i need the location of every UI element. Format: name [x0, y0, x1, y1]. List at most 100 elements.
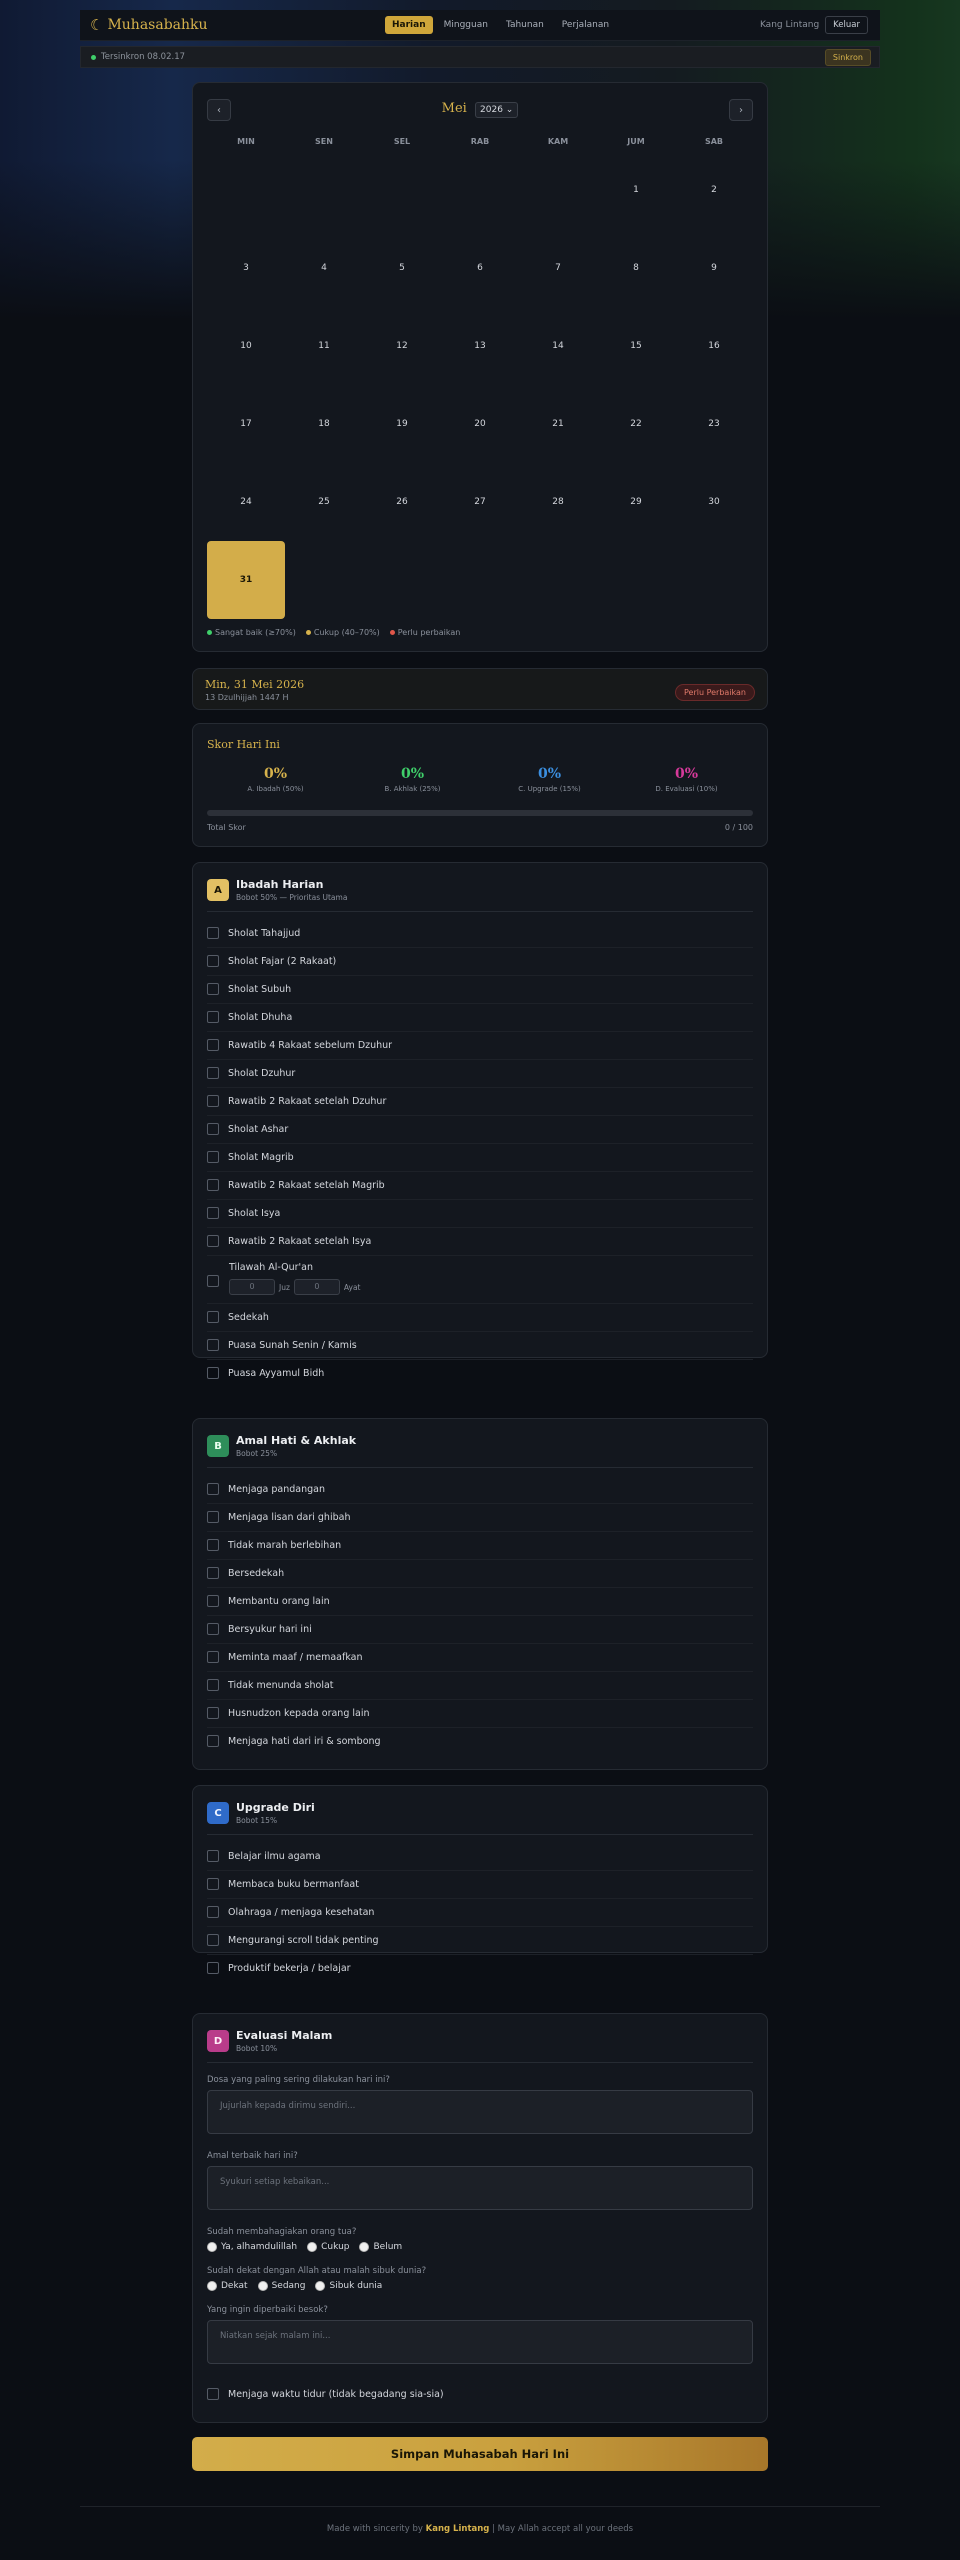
calendar-day[interactable]: 25 — [285, 463, 363, 541]
calendar-day[interactable]: 22 — [597, 385, 675, 463]
checkbox[interactable] — [207, 1207, 219, 1219]
checkbox[interactable] — [207, 1011, 219, 1023]
radio-button[interactable] — [207, 2242, 217, 2252]
checkbox[interactable] — [207, 1151, 219, 1163]
footer-author[interactable]: Kang Lintang — [426, 2524, 490, 2534]
radio-option[interactable]: Dekat — [207, 2281, 248, 2291]
checkbox[interactable] — [207, 1878, 219, 1890]
radio-button[interactable] — [315, 2281, 326, 2291]
calendar-day[interactable]: 28 — [519, 463, 597, 541]
checklist-item[interactable]: Menjaga waktu tidur (tidak begadang sia-… — [207, 2380, 753, 2408]
checkbox[interactable] — [207, 1934, 219, 1946]
checklist-item[interactable]: Bersyukur hari ini — [207, 1615, 753, 1644]
checklist-item[interactable]: Sholat Fajar (2 Rakaat) — [207, 947, 753, 976]
calendar-day[interactable]: 4 — [285, 229, 363, 307]
checkbox[interactable] — [207, 1651, 219, 1663]
radio-option[interactable]: Cukup — [307, 2242, 349, 2252]
ayat-input[interactable]: 0 — [293, 1279, 340, 1295]
checklist-item[interactable]: Bersedekah — [207, 1559, 753, 1588]
checkbox[interactable] — [207, 1039, 219, 1051]
calendar-day[interactable]: 15 — [597, 307, 675, 385]
calendar-day[interactable]: 17 — [207, 385, 285, 463]
checklist-item[interactable]: Rawatib 2 Rakaat setelah Magrib — [207, 1171, 753, 1200]
checklist-item[interactable]: Husnudzon kepada orang lain — [207, 1699, 753, 1728]
checklist-item[interactable]: Rawatib 2 Rakaat setelah Isya — [207, 1227, 753, 1256]
calendar-day[interactable]: 13 — [441, 307, 519, 385]
best-deed-textarea[interactable]: Syukuri setiap kebaikan... — [207, 2166, 753, 2210]
checkbox[interactable] — [207, 1235, 219, 1247]
checkbox[interactable] — [207, 1707, 219, 1719]
checklist-item[interactable]: Produktif bekerja / belajar — [207, 1954, 753, 1982]
calendar-day[interactable]: 19 — [363, 385, 441, 463]
checklist-item[interactable]: Tidak menunda sholat — [207, 1671, 753, 1700]
checklist-item[interactable]: Tidak marah berlebihan — [207, 1531, 753, 1560]
checklist-item[interactable]: Puasa Sunah Senin / Kamis — [207, 1331, 753, 1360]
checkbox[interactable] — [207, 1735, 219, 1747]
calendar-day[interactable]: 12 — [363, 307, 441, 385]
calendar-day[interactable]: 3 — [207, 229, 285, 307]
checkbox[interactable] — [207, 955, 219, 967]
checklist-item[interactable]: Rawatib 4 Rakaat sebelum Dzuhur — [207, 1031, 753, 1060]
checkbox[interactable] — [207, 1850, 219, 1862]
checklist-item[interactable]: Membantu orang lain — [207, 1587, 753, 1616]
save-muhasabah-button[interactable]: Simpan Muhasabah Hari Ini — [192, 2437, 768, 2471]
checklist-item[interactable]: Sholat Ashar — [207, 1115, 753, 1144]
checkbox[interactable] — [207, 1311, 219, 1323]
year-select[interactable]: 2026 ⌄ — [475, 102, 519, 118]
sin-reflection-textarea[interactable]: Jujurlah kepada dirimu sendiri... — [207, 2090, 753, 2134]
checklist-item[interactable]: Meminta maaf / memaafkan — [207, 1643, 753, 1672]
checkbox[interactable] — [207, 983, 219, 995]
calendar-day[interactable]: 18 — [285, 385, 363, 463]
checkbox[interactable] — [207, 1123, 219, 1135]
calendar-day[interactable]: 5 — [363, 229, 441, 307]
logout-button[interactable]: Keluar — [825, 16, 868, 34]
checkbox[interactable] — [207, 927, 219, 939]
checkbox[interactable] — [207, 1067, 219, 1079]
tab-perjalanan[interactable]: Perjalanan — [555, 16, 616, 34]
sync-button[interactable]: Sinkron — [824, 48, 871, 66]
calendar-day[interactable]: 16 — [675, 307, 753, 385]
checklist-item[interactable]: Menjaga lisan dari ghibah — [207, 1503, 753, 1532]
checkbox[interactable] — [207, 1962, 219, 1974]
calendar-day[interactable]: 20 — [441, 385, 519, 463]
checklist-item[interactable]: Sholat Dhuha — [207, 1003, 753, 1032]
checklist-item[interactable]: Sholat Subuh — [207, 975, 753, 1004]
calendar-day[interactable]: 27 — [441, 463, 519, 541]
tab-tahunan[interactable]: Tahunan — [499, 16, 551, 34]
checklist-item[interactable]: Menjaga pandangan — [207, 1475, 753, 1504]
checklist-item[interactable]: Puasa Ayyamul Bidh — [207, 1359, 753, 1387]
calendar-day[interactable]: 21 — [519, 385, 597, 463]
checkbox[interactable] — [207, 1511, 219, 1523]
calendar-day[interactable]: 10 — [207, 307, 285, 385]
radio-option[interactable]: Sedang — [257, 2281, 305, 2291]
checkbox[interactable] — [207, 1367, 219, 1379]
calendar-day[interactable]: 11 — [285, 307, 363, 385]
checklist-item[interactable]: Belajar ilmu agama — [207, 1842, 753, 1871]
radio-button[interactable] — [257, 2281, 268, 2291]
checkbox[interactable] — [207, 1095, 219, 1107]
checkbox[interactable] — [207, 1179, 219, 1191]
checkbox[interactable] — [207, 1339, 219, 1351]
checklist-item[interactable]: Olahraga / menjaga kesehatan — [207, 1898, 753, 1927]
checklist-item[interactable]: Menjaga hati dari iri & sombong — [207, 1727, 753, 1755]
calendar-day[interactable]: 26 — [363, 463, 441, 541]
checkbox[interactable] — [207, 1567, 219, 1579]
checkbox[interactable] — [207, 1275, 219, 1287]
checklist-item[interactable]: Sholat Tahajjud — [207, 919, 753, 948]
calendar-day[interactable]: 23 — [675, 385, 753, 463]
calendar-day[interactable]: 8 — [597, 229, 675, 307]
checkbox[interactable] — [207, 1483, 219, 1495]
tab-harian[interactable]: Harian — [385, 16, 433, 34]
radio-option[interactable]: Ya, alhamdulillah — [207, 2242, 297, 2252]
radio-option[interactable]: Sibuk dunia — [315, 2281, 382, 2291]
radio-option[interactable]: Belum — [359, 2242, 402, 2252]
tab-mingguan[interactable]: Mingguan — [437, 16, 495, 34]
brand[interactable]: ☾ Muhasabahku — [90, 16, 370, 34]
calendar-day[interactable]: 6 — [441, 229, 519, 307]
checkbox[interactable] — [207, 1595, 219, 1607]
calendar-day[interactable]: 31 — [207, 541, 285, 619]
checklist-item[interactable]: Membaca buku bermanfaat — [207, 1870, 753, 1899]
checkbox[interactable] — [207, 1623, 219, 1635]
checkbox[interactable] — [207, 1906, 219, 1918]
radio-button[interactable] — [307, 2242, 318, 2252]
